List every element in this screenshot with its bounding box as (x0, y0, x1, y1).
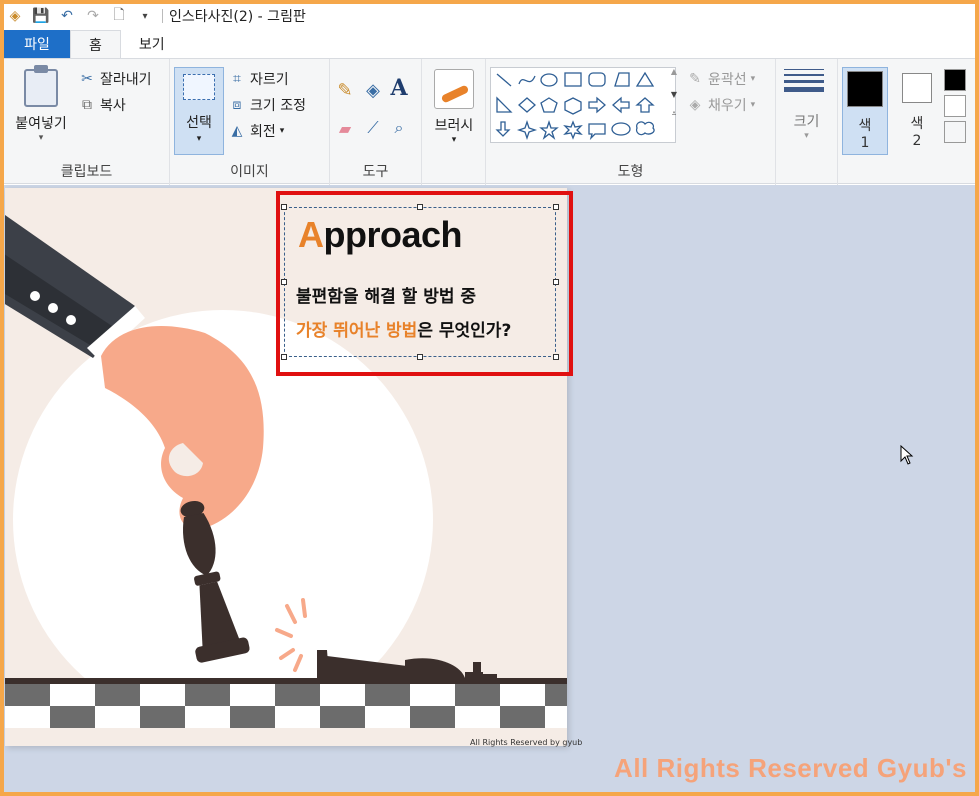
title-separator (162, 9, 163, 23)
size-label: 크기 (793, 114, 820, 130)
fill-icon: ◈ (689, 97, 701, 113)
scroll-down-icon[interactable]: ▼ (668, 90, 680, 99)
palette-color-black[interactable] (944, 69, 966, 91)
outline-button[interactable]: ✎ 윤곽선 ▾ (686, 69, 755, 89)
resize-button[interactable]: ⧈ 크기 조정 (228, 95, 306, 115)
ribbon: 붙여넣기 ▾ ✂ 잘라내기 ⧉ 복사 클립보드 선택 ▾ ⌗ 자르기 ⧈ 크기 … (4, 58, 975, 185)
tools-group-label: 도구 (362, 164, 389, 180)
brushes-dropdown-icon[interactable]: ▾ (452, 135, 457, 145)
brushes-label: 브러시 (434, 118, 474, 134)
crop-button[interactable]: ⌗ 자르기 (228, 69, 289, 89)
size-group: 크기 ▾ (776, 59, 838, 185)
eraser-icon[interactable]: ▰ (336, 119, 354, 138)
rotate-button[interactable]: ◭ 회전 ▾ (228, 121, 285, 141)
size-button[interactable]: 크기 ▾ (776, 111, 837, 141)
scroll-up-icon[interactable]: ▲ (668, 67, 680, 76)
brush-icon (434, 69, 474, 109)
tools-group: ✎ ◈ A ▰ ⟋ ⌕ 도구 (330, 59, 422, 185)
overlay-watermark: All Rights Reserved Gyub's (614, 753, 967, 783)
cut-label: 잘라내기 (100, 72, 152, 88)
selection-rectangle-icon (183, 74, 215, 100)
window-title: 인스타사진(2) - 그림판 (169, 9, 306, 25)
shapes-scrollbar[interactable]: ▲ ▼ ⩡ (668, 67, 680, 143)
redo-icon[interactable]: ↷ (84, 7, 102, 25)
shapes-group: ▲ ▼ ⩡ ✎ 윤곽선 ▾ ◈ 채우기 ▾ 도형 (486, 59, 776, 185)
size-dropdown-icon[interactable]: ▾ (776, 131, 837, 141)
image-group: 선택 ▾ ⌗ 자르기 ⧈ 크기 조정 ◭ 회전 ▾ 이미지 (170, 59, 330, 185)
palette-color-white[interactable] (944, 95, 966, 117)
clipboard-group-label: 클립보드 (60, 164, 113, 180)
brushes-group: 브러시 ▾ (422, 59, 486, 185)
rotate-dropdown-icon[interactable]: ▾ (280, 126, 285, 136)
tab-home[interactable]: 홈 (70, 30, 121, 58)
outline-dropdown-icon[interactable]: ▾ (751, 74, 756, 84)
mouse-cursor-icon (900, 445, 914, 465)
tab-file[interactable]: 파일 (4, 30, 70, 58)
shapes-group-label: 도형 (617, 164, 644, 180)
pencil-icon[interactable]: ✎ (336, 80, 354, 101)
color1-button[interactable]: 색 1 (842, 67, 888, 155)
scissors-icon: ✂ (81, 71, 93, 87)
select-label: 선택 (186, 115, 212, 131)
customize-dropdown-icon[interactable]: ▾ (136, 7, 154, 25)
new-file-icon[interactable]: 🗋 (110, 7, 128, 25)
brushes-button[interactable]: 브러시 ▾ (428, 69, 480, 145)
select-dropdown-icon[interactable]: ▾ (175, 134, 223, 144)
paste-button[interactable]: 붙여넣기 ▾ (8, 65, 74, 143)
color2-number: 2 (912, 133, 922, 149)
shapes-more-icon[interactable]: ⩡ (668, 109, 680, 119)
size-lines-icon (784, 69, 824, 96)
paste-dropdown-icon[interactable]: ▾ (39, 133, 44, 143)
canvas-small-watermark: All Rights Reserved by gyub (470, 738, 583, 747)
select-button[interactable]: 선택 ▾ (174, 67, 224, 155)
fill-bucket-icon[interactable]: ◈ (364, 80, 382, 101)
highlight-annotation-box (276, 191, 573, 376)
rotate-label: 회전 (250, 124, 276, 140)
outline-label: 윤곽선 (708, 72, 747, 88)
text-icon[interactable]: A (390, 75, 408, 101)
color1-swatch (847, 71, 883, 107)
save-icon[interactable]: 💾 (32, 7, 50, 25)
color1-number: 1 (860, 135, 870, 151)
crop-icon: ⌗ (233, 71, 241, 87)
outline-icon: ✎ (689, 71, 701, 87)
palette-color-empty[interactable] (944, 121, 966, 143)
fill-label: 채우기 (708, 98, 747, 114)
color1-label: 색 (858, 118, 872, 134)
shapes-gallery-icons (495, 71, 655, 141)
fill-button[interactable]: ◈ 채우기 ▾ (686, 95, 756, 115)
color2-label: 색 (910, 116, 924, 132)
resize-icon: ⧈ (232, 97, 242, 113)
quick-access-toolbar: ◈ 💾 ↶ ↷ 🗋 ▾ (4, 7, 163, 25)
paint-app-icon[interactable]: ◈ (6, 7, 24, 25)
crop-label: 자르기 (250, 72, 289, 88)
undo-icon[interactable]: ↶ (58, 7, 76, 25)
copy-icon: ⧉ (82, 97, 92, 113)
fill-dropdown-icon[interactable]: ▾ (751, 100, 756, 110)
paste-icon (24, 65, 58, 107)
magnifier-icon[interactable]: ⌕ (390, 118, 408, 137)
shapes-gallery[interactable] (490, 67, 676, 143)
copy-button[interactable]: ⧉ 복사 (78, 95, 126, 115)
color-picker-icon[interactable]: ⟋ (364, 118, 382, 137)
rotate-icon: ◭ (231, 123, 243, 139)
cut-button[interactable]: ✂ 잘라내기 (78, 69, 152, 89)
resize-label: 크기 조정 (250, 98, 306, 114)
ribbon-tabs: 파일 홈 보기 (4, 30, 975, 58)
tab-view[interactable]: 보기 (121, 30, 183, 58)
paste-label: 붙여넣기 (15, 116, 67, 132)
image-group-label: 이미지 (230, 164, 269, 180)
title-bar: ◈ 💾 ↶ ↷ 🗋 ▾ 인스타사진(2) - 그림판 (4, 4, 975, 28)
copy-label: 복사 (100, 98, 126, 114)
color2-swatch (902, 73, 932, 103)
clipboard-group: 붙여넣기 ▾ ✂ 잘라내기 ⧉ 복사 클립보드 (4, 59, 170, 185)
color2-button[interactable]: 색 2 (894, 67, 940, 155)
